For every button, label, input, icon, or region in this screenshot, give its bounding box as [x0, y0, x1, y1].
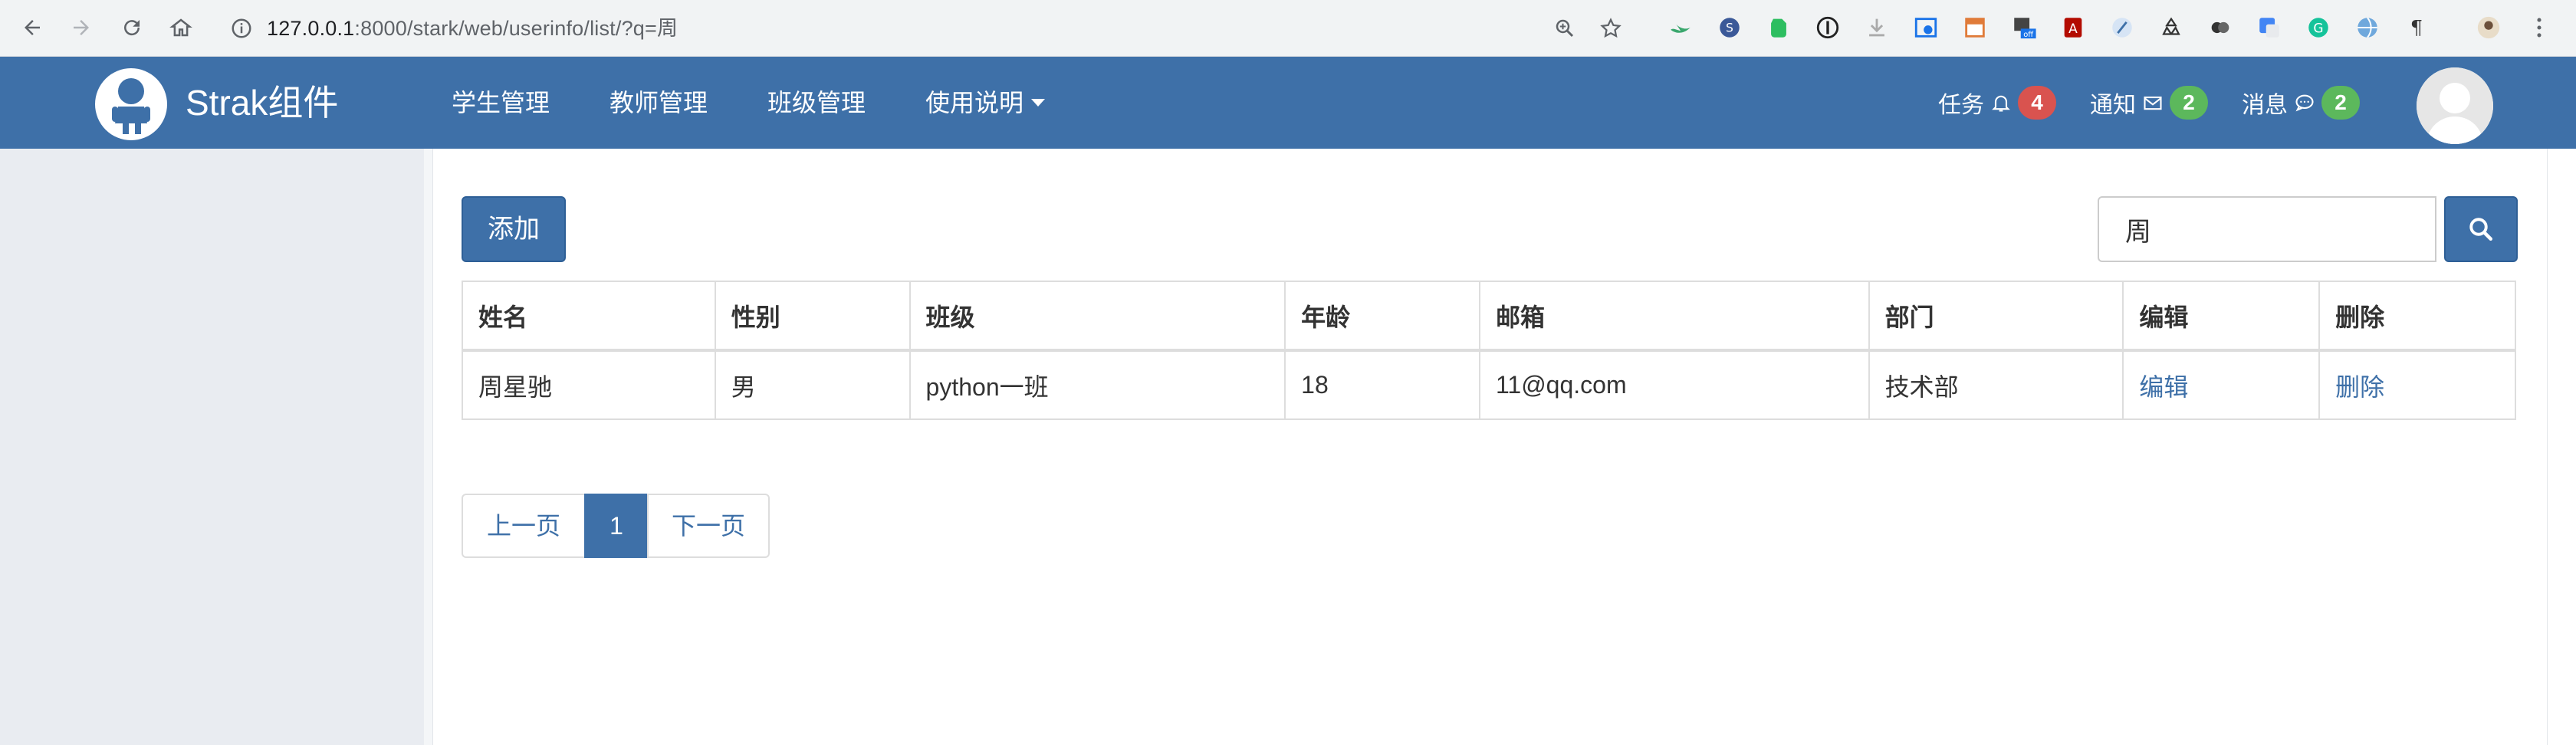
delete-link[interactable]: 删除 [2335, 373, 2384, 401]
url-text: 127.0.0.1:8000/stark/web/userinfo/list/?… [267, 17, 678, 40]
search-icon [2469, 218, 2492, 241]
next-page-button[interactable]: 下一页 [647, 494, 770, 558]
cell-delete: 删除 [2318, 350, 2516, 420]
extension-calendar-icon[interactable] [1961, 14, 1989, 41]
cell-name: 周星驰 [462, 350, 716, 420]
notices-link[interactable]: 通知 2 [2090, 57, 2208, 149]
pagination: 上一页 1 下一页 [462, 494, 770, 558]
home-icon[interactable] [164, 11, 198, 44]
extension-google-translate-icon[interactable] [2256, 14, 2283, 41]
table-row: 周星驰 男 python一班 18 11@qq.com 技术部 编辑 删除 [462, 350, 2516, 420]
menu-item-help-dropdown[interactable]: 使用说明 [895, 57, 1075, 149]
brand-title[interactable]: Strak组件 [186, 57, 338, 149]
address-bar[interactable]: 127.0.0.1:8000/stark/web/userinfo/list/?… [222, 8, 1625, 48]
content-left-border [424, 149, 433, 745]
user-avatar[interactable] [2417, 67, 2493, 144]
column-header-dept: 部门 [1868, 281, 2124, 352]
extension-off-icon[interactable]: off [2010, 14, 2038, 41]
svg-text:¶: ¶ [2410, 17, 2423, 40]
cell-email: 11@qq.com [1478, 350, 1870, 420]
column-header-edit: 编辑 [2122, 281, 2321, 352]
browser-toolbar: 127.0.0.1:8000/stark/web/userinfo/list/?… [0, 0, 2576, 57]
menu-item-teachers[interactable]: 教师管理 [580, 57, 738, 149]
extension-paragraph-icon[interactable]: ¶ [2403, 14, 2430, 41]
prev-page-button[interactable]: 上一页 [462, 494, 586, 558]
logo-icon[interactable] [95, 68, 167, 140]
user-silhouette-icon [2417, 67, 2493, 144]
tasks-count-badge: 4 [2018, 86, 2056, 120]
extension-dots-icon[interactable] [2206, 14, 2234, 41]
svg-text:G: G [2313, 21, 2323, 36]
extension-1password-icon[interactable] [1814, 14, 1842, 41]
bell-icon [1992, 95, 2010, 112]
cell-age: 18 [1284, 350, 1480, 420]
cell-edit: 编辑 [2122, 350, 2321, 420]
extension-download-icon[interactable] [1863, 14, 1891, 41]
bookmark-star-icon[interactable] [1599, 17, 1622, 40]
svg-text:off: off [2023, 31, 2034, 39]
extension-recycle-icon[interactable] [2157, 14, 2185, 41]
search-input[interactable] [2098, 196, 2436, 262]
caret-down-icon [1031, 99, 1046, 107]
browser-menu-icon[interactable] [2525, 14, 2553, 41]
cell-dept: 技术部 [1868, 350, 2124, 420]
edit-link[interactable]: 编辑 [2139, 373, 2188, 401]
extension-window-icon[interactable] [1912, 14, 1940, 41]
userinfo-table: 姓名 性别 班级 年龄 邮箱 部门 编辑 删除 周星驰 男 python一班 1… [462, 281, 2516, 420]
add-button[interactable]: 添加 [462, 196, 566, 262]
svg-text:S: S [1726, 21, 1733, 35]
column-header-gender: 性别 [714, 281, 911, 352]
extension-grammarly-icon[interactable]: G [2305, 14, 2332, 41]
content-right-border [2547, 149, 2548, 745]
comment-icon [2295, 94, 2314, 112]
cell-gender: 男 [714, 350, 911, 420]
extension-translate-icon[interactable]: S [1716, 14, 1743, 41]
extension-swift-icon[interactable] [1667, 14, 1694, 41]
search-button[interactable] [2444, 196, 2518, 262]
reload-icon[interactable] [115, 11, 149, 44]
top-navbar: Strak组件 学生管理 教师管理 班级管理 使用说明 任务 4 通知 2 消息… [0, 57, 2576, 149]
messages-link[interactable]: 消息 2 [2242, 57, 2360, 149]
tasks-link[interactable]: 任务 4 [1938, 57, 2056, 149]
forward-icon[interactable] [64, 11, 98, 44]
zoom-icon[interactable] [1553, 17, 1576, 40]
column-header-email: 邮箱 [1478, 281, 1870, 352]
extension-feather-icon[interactable] [2108, 14, 2136, 41]
extension-globe-icon[interactable] [2354, 14, 2381, 41]
menu-item-classes[interactable]: 班级管理 [738, 57, 895, 149]
info-icon[interactable] [230, 17, 253, 40]
sidebar [0, 149, 424, 745]
column-header-delete: 删除 [2318, 281, 2516, 352]
table-header-row: 姓名 性别 班级 年龄 邮箱 部门 编辑 删除 [462, 281, 2516, 352]
extension-evernote-icon[interactable] [1765, 14, 1792, 41]
notices-count-badge: 2 [2170, 86, 2208, 120]
page-1-button[interactable]: 1 [584, 494, 649, 558]
column-header-class: 班级 [909, 281, 1286, 352]
main-menu: 学生管理 教师管理 班级管理 使用说明 [422, 57, 1075, 149]
svg-text:A: A [2068, 21, 2078, 37]
column-header-age: 年龄 [1284, 281, 1480, 352]
profile-avatar-icon[interactable] [2475, 14, 2502, 41]
messages-count-badge: 2 [2321, 86, 2360, 120]
extension-acrobat-icon[interactable]: A [2059, 14, 2087, 41]
envelope-icon [2144, 96, 2162, 110]
column-header-name: 姓名 [462, 281, 716, 352]
cell-class: python一班 [909, 350, 1286, 420]
back-icon[interactable] [15, 11, 49, 44]
menu-item-students[interactable]: 学生管理 [422, 57, 580, 149]
